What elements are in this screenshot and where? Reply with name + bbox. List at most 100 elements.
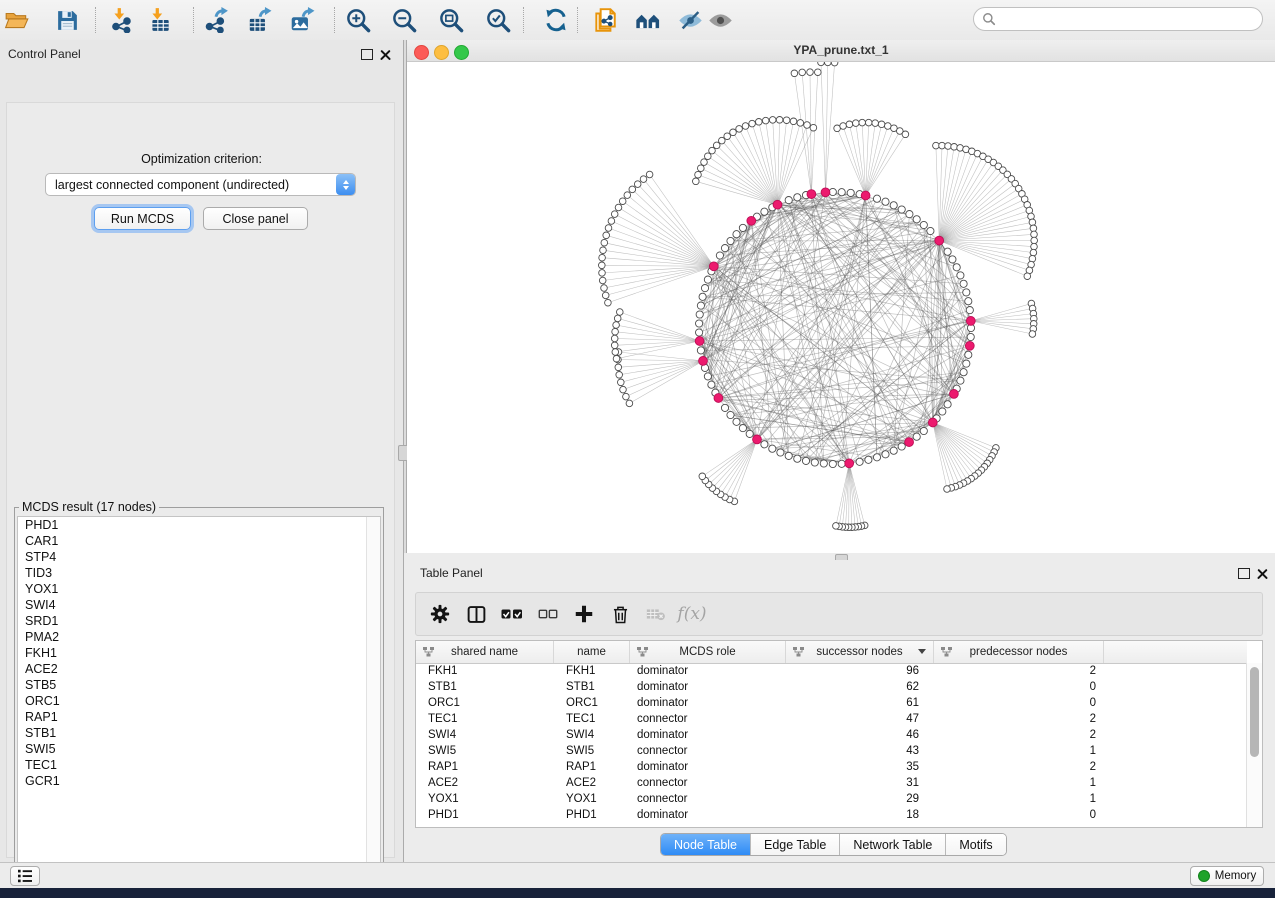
toggle-columns-button[interactable]	[458, 596, 494, 632]
cell-predecessor-nodes: 2	[934, 759, 1104, 775]
column-header-MCDS-role[interactable]: MCDS role	[630, 641, 786, 663]
search-icon	[982, 12, 996, 26]
save-session-button[interactable]	[51, 4, 83, 36]
mcds-result-item[interactable]: RAP1	[18, 709, 380, 725]
table-row[interactable]: FKH1FKH1dominator962	[416, 663, 1247, 679]
table-row[interactable]: TEC1TEC1connector472	[416, 711, 1247, 727]
column-header-filler	[1104, 641, 1247, 663]
table-row[interactable]: YOX1YOX1connector291	[416, 791, 1247, 807]
run-mcds-button[interactable]: Run MCDS	[94, 207, 191, 230]
column-header-successor-nodes[interactable]: successor nodes	[786, 641, 934, 663]
cell-MCDS-role: dominator	[630, 679, 786, 695]
duplicate-network-button[interactable]	[589, 4, 621, 36]
export-table-button[interactable]	[243, 4, 275, 36]
import-network-button[interactable]	[106, 4, 138, 36]
network-view-window: YPA_prune.txt_1	[407, 40, 1275, 553]
table-row[interactable]: STB1STB1dominator620	[416, 679, 1247, 695]
mcds-result-item[interactable]: YOX1	[18, 581, 380, 597]
tab-motifs[interactable]: Motifs	[945, 834, 1005, 855]
column-label: predecessor nodes	[970, 646, 1068, 658]
cell-MCDS-role: dominator	[630, 727, 786, 743]
mcds-result-item[interactable]: SRD1	[18, 613, 380, 629]
table-scrollbar-thumb[interactable]	[1250, 667, 1259, 757]
open-file-button[interactable]	[1, 4, 33, 36]
refresh-icon	[543, 7, 569, 33]
column-label: successor nodes	[816, 646, 902, 658]
column-header-shared-name[interactable]: shared name	[416, 641, 554, 663]
float-panel-button[interactable]	[361, 49, 373, 60]
search-box[interactable]	[973, 7, 1263, 31]
column-header-name[interactable]: name	[554, 641, 630, 663]
mcds-result-item[interactable]: TID3	[18, 565, 380, 581]
table-row[interactable]: ACE2ACE2connector311	[416, 775, 1247, 791]
close-panel-button[interactable]	[380, 49, 391, 60]
tab-edge-table[interactable]: Edge Table	[750, 834, 839, 855]
column-label: name	[577, 646, 606, 658]
deselect-all-checkboxes-button[interactable]	[530, 596, 566, 632]
column-header-predecessor-nodes[interactable]: predecessor nodes	[934, 641, 1104, 663]
first-neighbors-icon	[634, 6, 662, 34]
mcds-result-item[interactable]: ORC1	[18, 693, 380, 709]
mcds-result-item[interactable]: STB1	[18, 725, 380, 741]
settings-gear-button[interactable]	[422, 596, 458, 632]
cell-name: SWI5	[554, 743, 630, 759]
select-all-checkboxes-button[interactable]	[494, 596, 530, 632]
mcds-result-item[interactable]: CAR1	[18, 533, 380, 549]
list-scrollbar[interactable]	[366, 517, 380, 866]
table-row[interactable]: PHD1PHD1dominator180	[416, 807, 1247, 823]
refresh-view-button[interactable]	[540, 4, 572, 36]
show-eye-icon	[707, 7, 734, 34]
zoom-in-button[interactable]	[342, 4, 374, 36]
memory-label: Memory	[1215, 870, 1257, 882]
tab-node-table[interactable]: Node Table	[661, 834, 750, 855]
cell-predecessor-nodes: 0	[934, 679, 1104, 695]
save-floppy-icon	[55, 8, 80, 33]
mcds-result-item[interactable]: PMA2	[18, 629, 380, 645]
toolbar-separator	[577, 7, 578, 33]
mcds-result-item[interactable]: PHD1	[18, 517, 380, 533]
import-table-button[interactable]	[144, 4, 176, 36]
close-table-panel-button[interactable]	[1257, 568, 1268, 579]
mcds-result-item[interactable]: TEC1	[18, 757, 380, 773]
zoom-selected-button[interactable]	[482, 4, 514, 36]
control-panel-header: Control Panel	[0, 40, 403, 68]
optimization-criterion-select[interactable]: largest connected component (undirected)	[45, 173, 356, 196]
close-panel-button-mcds[interactable]: Close panel	[203, 207, 308, 230]
table-toolbar: f(x)	[415, 592, 1263, 636]
export-network-button[interactable]	[200, 4, 232, 36]
zoom-out-button[interactable]	[388, 4, 420, 36]
plus-icon	[573, 603, 595, 625]
mcds-result-item[interactable]: SWI4	[18, 597, 380, 613]
table-row[interactable]: RAP1RAP1dominator352	[416, 759, 1247, 775]
search-input[interactable]	[1002, 11, 1254, 27]
show-all-button[interactable]	[704, 4, 736, 36]
delete-column-button[interactable]	[602, 596, 638, 632]
cell-predecessor-nodes: 2	[934, 711, 1104, 727]
table-row[interactable]: ORC1ORC1dominator610	[416, 695, 1247, 711]
tab-network-table[interactable]: Network Table	[839, 834, 945, 855]
mcds-result-item[interactable]: GCR1	[18, 773, 380, 789]
network-canvas[interactable]	[407, 62, 1275, 553]
hide-selected-button[interactable]	[674, 4, 706, 36]
duplicate-network-icon	[592, 7, 618, 33]
first-neighbors-button[interactable]	[632, 4, 664, 36]
zoom-fit-button[interactable]	[435, 4, 467, 36]
export-image-button[interactable]	[286, 4, 318, 36]
panel-menu-button[interactable]	[10, 866, 40, 886]
float-table-panel-button[interactable]	[1238, 568, 1250, 579]
cell-predecessor-nodes: 1	[934, 743, 1104, 759]
mcds-result-item[interactable]: FKH1	[18, 645, 380, 661]
memory-button[interactable]: Memory	[1190, 866, 1264, 886]
table-row[interactable]: SWI4SWI4dominator462	[416, 727, 1247, 743]
mcds-result-item[interactable]: STP4	[18, 549, 380, 565]
table-scrollbar[interactable]	[1246, 663, 1262, 827]
add-column-button[interactable]	[566, 596, 602, 632]
mcds-result-item[interactable]: SWI5	[18, 741, 380, 757]
mcds-result-item[interactable]: ACE2	[18, 661, 380, 677]
table-header-row: shared name name MCDS role successor nodes p…	[416, 641, 1247, 664]
network-graph[interactable]	[407, 62, 1275, 553]
mcds-result-item[interactable]: STB5	[18, 677, 380, 693]
table-row[interactable]: SWI5SWI5connector431	[416, 743, 1247, 759]
network-titlebar[interactable]: YPA_prune.txt_1	[407, 40, 1275, 62]
list-menu-icon	[17, 869, 33, 883]
